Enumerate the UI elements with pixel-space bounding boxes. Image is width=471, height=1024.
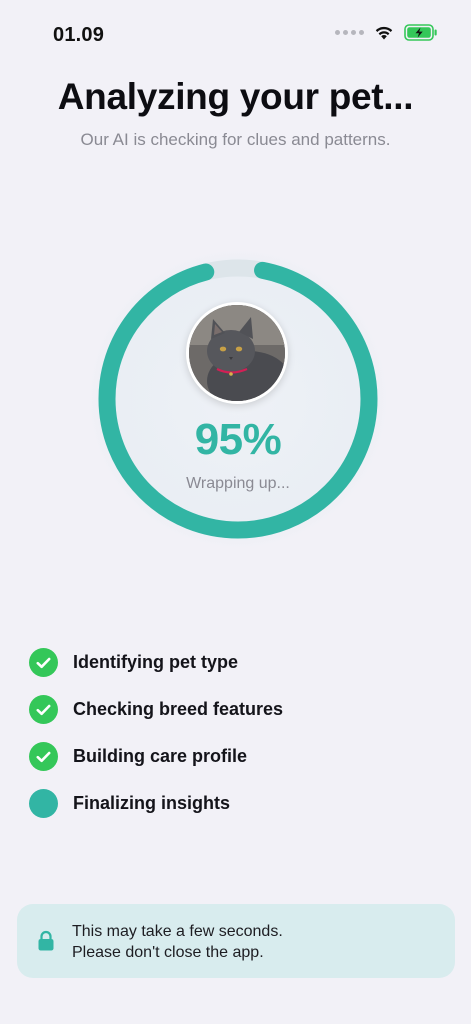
cat-photo-image xyxy=(189,305,285,401)
notice-text: This may take a few seconds. Please don'… xyxy=(72,921,283,963)
progress-status: Wrapping up... xyxy=(186,475,290,492)
notice-line-2: Please don't close the app. xyxy=(72,944,264,961)
step-item: Building care profile xyxy=(29,741,283,772)
status-bar: 01.09 xyxy=(0,0,471,70)
step-item: Finalizing insights xyxy=(29,788,283,819)
progress-percent: 95% xyxy=(194,415,282,464)
info-notice: This may take a few seconds. Please don'… xyxy=(17,904,455,978)
step-label: Building care profile xyxy=(73,746,248,766)
in-progress-icon xyxy=(29,789,58,818)
pet-photo xyxy=(186,302,288,404)
wifi-icon xyxy=(375,26,393,40)
battery-charging-icon xyxy=(404,24,437,41)
step-label: Checking breed features xyxy=(73,699,284,719)
status-time: 01.09 xyxy=(53,24,105,46)
analysis-steps: Identifying pet type Checking breed feat… xyxy=(29,647,283,835)
step-item: Checking breed features xyxy=(29,694,283,725)
progress-ring: 95% Wrapping up... xyxy=(86,247,390,551)
signal-dots-icon xyxy=(335,30,364,35)
checkmark-icon xyxy=(29,695,58,724)
step-label: Identifying pet type xyxy=(73,652,239,672)
step-label: Finalizing insights xyxy=(73,793,230,813)
status-icons xyxy=(335,24,438,41)
page-title: Analyzing your pet... xyxy=(57,76,414,117)
notice-line-1: This may take a few seconds. xyxy=(72,923,283,940)
lock-icon xyxy=(38,930,54,951)
checkmark-icon xyxy=(29,648,58,677)
step-item: Identifying pet type xyxy=(29,647,283,678)
page-subtitle: Our AI is checking for clues and pattern… xyxy=(80,130,391,149)
checkmark-icon xyxy=(29,742,58,771)
